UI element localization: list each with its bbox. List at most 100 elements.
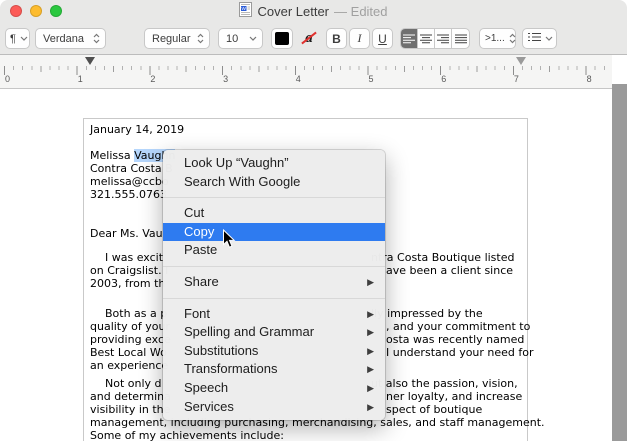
color-swatch-black [275, 32, 289, 45]
text-fragment: ut also the passion, vision, [371, 377, 518, 390]
ruler-inch-label: 7 [513, 74, 519, 84]
menu-item-look-up-vaughn[interactable]: Look Up “Vaughn” [163, 154, 385, 173]
submenu-arrow-icon: ▶ [367, 382, 374, 393]
font-style-select[interactable]: Regular [144, 28, 210, 49]
menu-item-label: Spelling and Grammar [184, 324, 315, 340]
titlebar[interactable]: W Cover Letter — Edited [0, 0, 627, 23]
text-fragment: ave been a client since [386, 264, 514, 277]
menu-item-substitutions[interactable]: Substitutions ▶ [163, 342, 385, 361]
chevron-down-icon [541, 36, 553, 41]
list-bullets-icon [528, 32, 541, 45]
text-fragment: Some of my achievements include: [90, 429, 284, 441]
text-fragment: lly impressed by the [371, 307, 483, 320]
chevron-down-icon [16, 36, 28, 41]
text-fragment: Dear Ms. Vaug [90, 227, 170, 240]
menu-item-spelling-and-grammar[interactable]: Spelling and Grammar ▶ [163, 323, 385, 342]
font-size-select[interactable]: 10 [218, 28, 263, 49]
text-fragment: , and your commitment to [386, 320, 531, 333]
menu-item-label: Search With Google [184, 173, 301, 189]
text-fragment: January 14, 2019 [90, 123, 185, 136]
ruler-inch-label: 6 [441, 74, 447, 84]
align-center-button[interactable] [418, 29, 435, 48]
text-color-well[interactable] [271, 28, 293, 49]
ruler-inch-label: 4 [295, 74, 301, 84]
font-size-value: 10 [226, 32, 239, 45]
text-fragment: visibility in the [90, 403, 171, 416]
text-fragment: Best Local Wo [90, 346, 167, 359]
bold-button[interactable]: B [326, 28, 347, 49]
underline-button[interactable]: U [372, 28, 393, 49]
font-family-select[interactable]: Verdana [35, 28, 106, 49]
text-fragment: I was excit [105, 251, 164, 264]
document-proxy-icon[interactable]: W [239, 1, 253, 22]
ruler-inch-label: 1 [77, 74, 83, 84]
text-fragment: ner loyalty, and increase [386, 390, 523, 403]
text-fragment: I understand your need for [386, 346, 534, 359]
format-toolbar: ¶ Verdana Regular 10 a B I U >1... [0, 23, 627, 55]
menu-item-label: Copy [184, 223, 215, 239]
svg-text:W: W [242, 6, 247, 11]
text-fragment: 321.555.0763 [90, 188, 167, 201]
ruler-inch-label: 5 [368, 74, 374, 84]
menu-item-label: Transformations [184, 361, 278, 377]
submenu-arrow-icon: ▶ [367, 364, 374, 375]
font-style-value: Regular [152, 32, 191, 45]
menu-item-label: Share [184, 273, 219, 289]
document-text-line: Some of my achievements include: [90, 429, 521, 441]
line-spacing-stepper[interactable]: >1... [479, 28, 516, 49]
list-style-button[interactable] [522, 28, 557, 49]
text-fragment: Melissa [90, 149, 135, 162]
menu-item-cut[interactable]: Cut [163, 204, 385, 223]
menu-item-label: Cut [184, 205, 205, 221]
char-color-glyph: a [305, 30, 313, 46]
font-family-value: Verdana [43, 32, 84, 45]
line-spacing-value: >1... [485, 33, 505, 44]
align-left-button[interactable] [401, 29, 418, 48]
text-fragment: ntra Costa Boutique listed [371, 251, 515, 264]
window-edited-status: — Edited [334, 4, 388, 19]
updown-stepper-icon [505, 33, 516, 44]
updown-stepper-icon [193, 33, 204, 44]
align-right-button[interactable] [435, 29, 452, 48]
menu-item-speech[interactable]: Speech ▶ [163, 379, 385, 398]
menu-item-paste[interactable]: Paste [163, 241, 385, 260]
text-fragment: Both as a p [105, 307, 168, 320]
text-fragment: quality of your [90, 320, 170, 333]
align-justify-button[interactable] [452, 29, 469, 48]
text-fragment: Not only d [105, 377, 162, 390]
window-title: Cover Letter [257, 4, 330, 19]
ruler-numbers: 0 1 2 3 4 5 6 7 8 [4, 74, 612, 87]
ruler-inch-label: 0 [5, 74, 11, 84]
menu-item-label: Substitutions [184, 342, 259, 358]
menu-item-label: Font [184, 305, 211, 321]
text-fragment: on Craigslist. I [90, 264, 169, 277]
right-margin-marker[interactable] [516, 57, 526, 65]
menu-item-services[interactable]: Services ▶ [163, 398, 385, 417]
text-fragment: melissa@ccbo [90, 175, 169, 188]
menu-separator [163, 197, 385, 199]
menu-item-copy[interactable]: Copy [163, 222, 385, 242]
menu-item-share[interactable]: Share ▶ [163, 273, 385, 292]
scrollbar-track[interactable] [612, 84, 627, 441]
italic-button[interactable]: I [349, 28, 370, 49]
textedit-window: W Cover Letter — Edited ¶ Verdana Regula… [0, 0, 627, 441]
menu-item-search-with-google[interactable]: Search With Google [163, 173, 385, 192]
ruler-inch-label: 3 [223, 74, 229, 84]
document-text-line: January 14, 2019 [90, 123, 521, 136]
submenu-arrow-icon: ▶ [367, 276, 374, 287]
menu-item-label: Speech [184, 379, 229, 395]
text-fragment: 2003, from th [90, 277, 166, 290]
paragraph-styles-button[interactable]: ¶ [5, 28, 30, 49]
ruler-inch-label: 2 [150, 74, 156, 84]
menu-item-font[interactable]: Font ▶ [163, 305, 385, 324]
character-color-button[interactable]: a [299, 28, 319, 49]
left-margin-marker[interactable] [85, 57, 95, 65]
menu-item-transformations[interactable]: Transformations ▶ [163, 360, 385, 379]
ruler-inch-label: 8 [586, 74, 592, 84]
ruler[interactable]: 0 1 2 3 4 5 6 7 8 [0, 55, 612, 89]
title-group: W Cover Letter — Edited [0, 0, 627, 23]
text-fragment: providing exce [90, 333, 171, 346]
submenu-arrow-icon: ▶ [367, 345, 374, 356]
menu-item-label: Services [184, 398, 234, 414]
menu-item-label: Look Up “Vaughn” [184, 155, 289, 170]
